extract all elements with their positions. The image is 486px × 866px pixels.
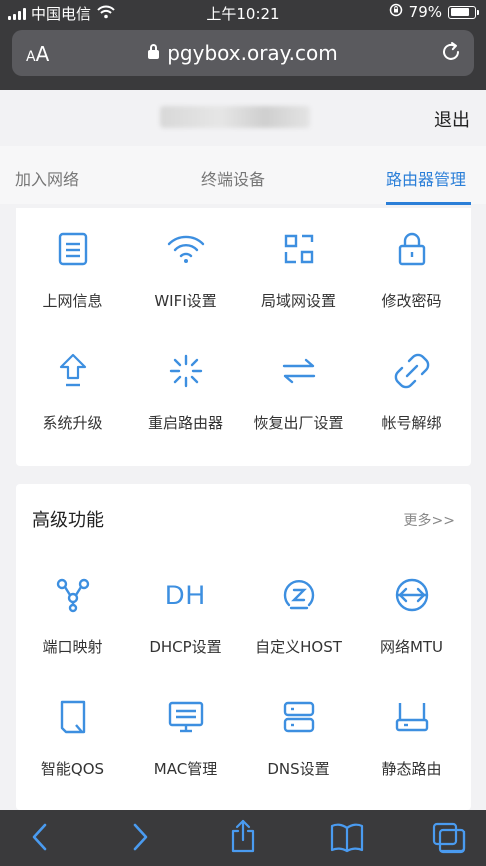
upgrade-arrow-icon bbox=[16, 350, 129, 392]
item-label: 重启路由器 bbox=[147, 414, 223, 432]
item-change-password[interactable]: 修改密码 bbox=[355, 228, 468, 311]
item-label: 系统升级 bbox=[42, 414, 103, 432]
dhcp-glyph: DH bbox=[165, 579, 206, 610]
lan-icon bbox=[242, 228, 355, 270]
item-static-route[interactable]: 静态路由 bbox=[355, 696, 468, 779]
item-label: 修改密码 bbox=[381, 292, 442, 310]
item-label: 帐号解绑 bbox=[381, 414, 442, 432]
forward-icon[interactable] bbox=[130, 822, 150, 856]
browser-toolbar bbox=[0, 810, 486, 866]
tab-router-management[interactable]: 路由器管理 bbox=[386, 166, 466, 190]
address-bar[interactable]: AA pgybox.oray.com bbox=[12, 30, 474, 76]
item-label: DNS设置 bbox=[267, 760, 330, 778]
item-custom-host[interactable]: 自定义HOST bbox=[242, 574, 355, 657]
item-system-upgrade[interactable]: 系统升级 bbox=[16, 350, 129, 433]
item-account-unbind[interactable]: 帐号解绑 bbox=[355, 350, 468, 433]
item-label: 上网信息 bbox=[42, 292, 103, 310]
unlink-icon bbox=[355, 350, 468, 392]
battery-percent: 79% bbox=[408, 3, 442, 21]
tab-join-network[interactable]: 加入网络 bbox=[15, 166, 79, 190]
item-label: MAC管理 bbox=[153, 760, 218, 778]
item-network-mtu[interactable]: 网络MTU bbox=[355, 574, 468, 657]
reset-arrows-icon bbox=[242, 350, 355, 392]
item-wifi-settings[interactable]: WIFI设置 bbox=[129, 228, 242, 311]
advanced-features-card: 高级功能 更多>> 端口映射 DH DHCP设置 自定义HOST 网络MTU 智… bbox=[16, 484, 471, 810]
port-mapping-icon bbox=[16, 574, 129, 616]
item-smart-qos[interactable]: 智能QOS bbox=[16, 696, 129, 779]
url-text: pgybox.oray.com bbox=[167, 41, 338, 65]
tabs-icon[interactable] bbox=[432, 822, 466, 858]
bookmarks-icon[interactable] bbox=[330, 823, 364, 857]
active-tab-indicator bbox=[386, 202, 471, 205]
router-icon bbox=[355, 696, 468, 738]
item-label: 静态路由 bbox=[381, 760, 442, 778]
qos-icon bbox=[16, 696, 129, 738]
blurred-username bbox=[160, 106, 310, 128]
section-title: 高级功能 bbox=[32, 510, 104, 531]
item-factory-reset[interactable]: 恢复出厂设置 bbox=[242, 350, 355, 433]
item-label: DHCP设置 bbox=[149, 638, 222, 656]
logout-button[interactable]: 退出 bbox=[434, 106, 470, 132]
item-dns-settings[interactable]: DNS设置 bbox=[242, 696, 355, 779]
server-icon bbox=[242, 696, 355, 738]
back-icon[interactable] bbox=[30, 822, 50, 856]
page-header: 退出 bbox=[0, 90, 486, 146]
document-icon bbox=[16, 228, 129, 270]
item-label: WIFI设置 bbox=[154, 292, 217, 310]
reload-icon[interactable] bbox=[440, 41, 462, 67]
item-label: 恢复出厂设置 bbox=[253, 414, 344, 432]
item-internet-info[interactable]: 上网信息 bbox=[16, 228, 129, 311]
lock-icon bbox=[148, 44, 160, 59]
router-management-card: 上网信息 WIFI设置 局域网设置 修改密码 系统升级 重启路由器 恢复出厂设置… bbox=[16, 208, 471, 466]
wifi-icon bbox=[129, 228, 242, 270]
tab-bar: 加入网络 终端设备 路由器管理 bbox=[0, 146, 486, 205]
item-port-mapping[interactable]: 端口映射 bbox=[16, 574, 129, 657]
item-label: 网络MTU bbox=[379, 638, 444, 656]
dhcp-icon: DH bbox=[129, 574, 242, 616]
monitor-icon bbox=[129, 696, 242, 738]
status-bar: 中国电信 上午10:21 79% bbox=[0, 0, 486, 26]
item-label: 智能QOS bbox=[40, 760, 105, 778]
item-label: 局域网设置 bbox=[260, 292, 336, 310]
item-dhcp-settings[interactable]: DH DHCP设置 bbox=[129, 574, 242, 657]
item-mac-management[interactable]: MAC管理 bbox=[129, 696, 242, 779]
item-lan-settings[interactable]: 局域网设置 bbox=[242, 228, 355, 311]
tab-devices[interactable]: 终端设备 bbox=[201, 166, 265, 190]
rotation-lock-icon bbox=[389, 3, 403, 21]
battery-icon bbox=[448, 5, 479, 19]
item-label: 自定义HOST bbox=[255, 638, 342, 656]
item-restart-router[interactable]: 重启路由器 bbox=[129, 350, 242, 433]
restart-icon bbox=[129, 350, 242, 392]
host-icon bbox=[242, 574, 355, 616]
mtu-icon bbox=[355, 574, 468, 616]
more-link[interactable]: 更多>> bbox=[404, 510, 455, 530]
browser-chrome: 中国电信 上午10:21 79% AA pgybox.oray.com bbox=[0, 0, 486, 90]
item-label: 端口映射 bbox=[42, 638, 103, 656]
share-icon[interactable] bbox=[229, 819, 257, 857]
lock-icon bbox=[355, 228, 468, 270]
